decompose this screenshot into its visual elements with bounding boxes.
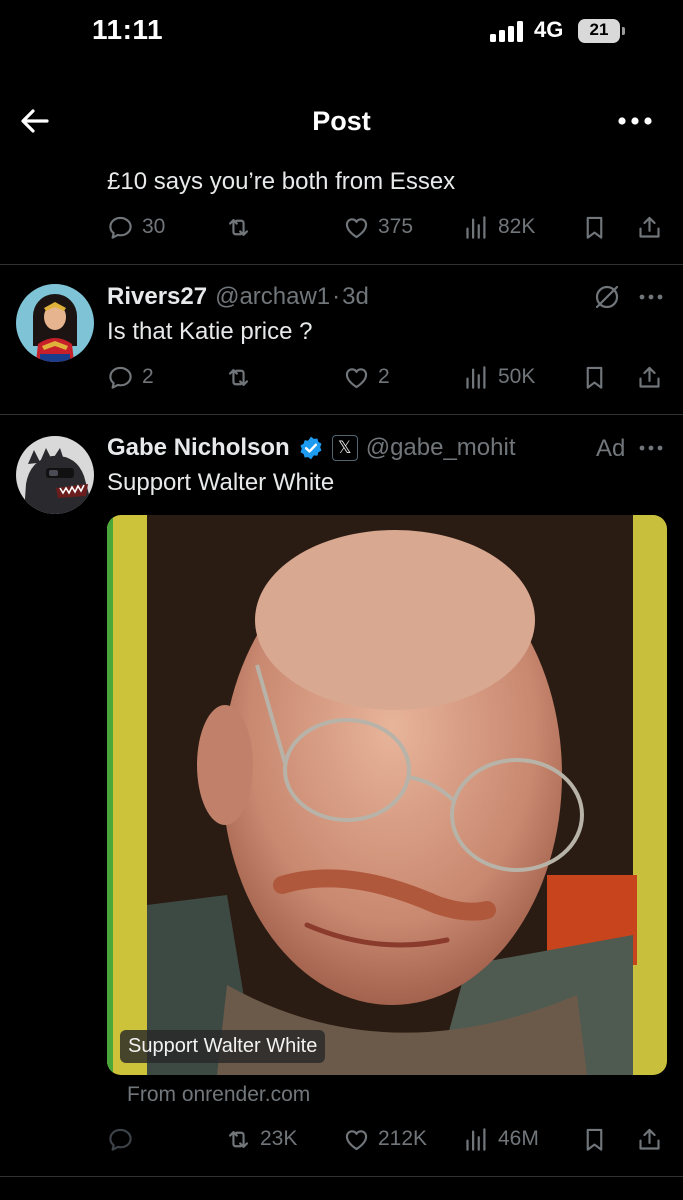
views-icon	[466, 1127, 486, 1151]
retweet-icon	[228, 218, 249, 236]
share-icon	[639, 216, 660, 238]
share-icon	[639, 366, 660, 388]
tweet-text: £10 says you’re both from Essex	[107, 168, 456, 195]
link-source[interactable]: From onrender.com	[127, 1083, 310, 1107]
bookmark-icon	[586, 1128, 603, 1151]
grok-icon[interactable]	[592, 282, 622, 312]
like-count: 212K	[378, 1127, 428, 1150]
bookmark-button[interactable]	[581, 1122, 608, 1156]
portrait-photo	[107, 515, 667, 1075]
reply-actions: 2 2 50K	[107, 360, 667, 394]
status-time: 11:11	[92, 14, 164, 45]
separator-dot: ·	[332, 283, 341, 310]
share-button[interactable]	[636, 210, 663, 244]
views-count: 50K	[498, 365, 536, 388]
more-options-icon[interactable]	[613, 104, 657, 138]
reply-count: 2	[142, 365, 154, 388]
views-button[interactable]: 46M	[463, 1122, 539, 1156]
post-time: 3d	[342, 283, 369, 310]
divider	[0, 414, 683, 415]
retweet-count: 23K	[260, 1127, 298, 1150]
like-button[interactable]: 375	[343, 210, 413, 244]
bookmark-button[interactable]	[581, 210, 608, 244]
retweet-button[interactable]	[225, 210, 252, 244]
like-button[interactable]: 212K	[343, 1122, 427, 1156]
heart-icon	[345, 367, 368, 388]
network-label: 4G	[534, 17, 564, 42]
avatar-wonder-woman	[16, 284, 94, 362]
ad-author-row: Gabe Nicholson 𝕏 @gabe_mohit	[107, 431, 516, 465]
reply-button[interactable]: 30	[107, 210, 165, 244]
heart-icon	[345, 217, 368, 238]
reply-author-row: Rivers27 @archaw1 · 3d	[107, 280, 369, 314]
ad-label: Ad	[596, 435, 626, 462]
views-icon	[466, 365, 486, 389]
retweet-button[interactable]: 23K	[225, 1122, 297, 1156]
verified-badge-icon	[300, 436, 322, 460]
views-icon	[466, 215, 486, 239]
views-button[interactable]: 50K	[463, 360, 535, 394]
share-button[interactable]	[636, 1122, 663, 1156]
reply-button[interactable]	[107, 1122, 134, 1156]
retweet-icon	[228, 368, 249, 386]
reply-count: 30	[142, 215, 166, 238]
media-caption: Support Walter White	[120, 1030, 326, 1063]
battery-level: 21	[589, 20, 609, 39]
ad-actions: 23K 212K 46M	[107, 1122, 667, 1156]
tweet-actions: 30 375 82K	[107, 210, 667, 244]
bookmark-button[interactable]	[581, 360, 608, 394]
bookmark-icon	[586, 366, 603, 389]
reply-text: Is that Katie price ?	[107, 318, 313, 345]
retweet-button[interactable]	[225, 360, 252, 394]
author-name[interactable]: Rivers27	[107, 283, 207, 311]
tweet-more-icon[interactable]	[637, 287, 665, 307]
x-affiliate-badge[interactable]: 𝕏	[331, 435, 358, 461]
heart-icon	[345, 1129, 368, 1150]
next-post-preview	[0, 1190, 683, 1200]
avatar-monster	[16, 436, 94, 514]
views-button[interactable]: 82K	[463, 210, 535, 244]
divider	[0, 264, 683, 265]
reply-icon	[109, 1128, 132, 1151]
share-button[interactable]	[636, 360, 663, 394]
tweet-more-icon[interactable]	[637, 438, 665, 458]
page-title: Post	[312, 106, 371, 136]
battery-icon: 21	[578, 19, 620, 43]
ad-media-image[interactable]	[107, 515, 667, 1075]
divider	[0, 1176, 683, 1177]
like-count: 375	[378, 215, 414, 238]
signal-icon	[490, 20, 524, 42]
like-count: 2	[378, 365, 390, 388]
ad-text: Support Walter White	[107, 469, 335, 496]
avatar[interactable]	[16, 284, 94, 362]
views-count: 82K	[498, 215, 536, 238]
like-button[interactable]: 2	[343, 360, 390, 394]
header: Post	[0, 90, 683, 152]
views-count: 46M	[498, 1127, 539, 1150]
author-name[interactable]: Gabe Nicholson	[107, 434, 290, 462]
author-handle[interactable]: @gabe_mohit	[366, 434, 516, 462]
bookmark-icon	[586, 216, 603, 239]
retweet-icon	[228, 1130, 249, 1148]
avatar[interactable]	[16, 436, 94, 514]
status-bar: 11:11 4G 21	[0, 0, 683, 64]
author-handle[interactable]: @archaw1	[215, 283, 330, 311]
reply-icon	[109, 366, 132, 389]
reply-button[interactable]: 2	[107, 360, 154, 394]
battery-tip	[622, 27, 625, 35]
reply-icon	[109, 216, 132, 239]
share-icon	[639, 1128, 660, 1150]
